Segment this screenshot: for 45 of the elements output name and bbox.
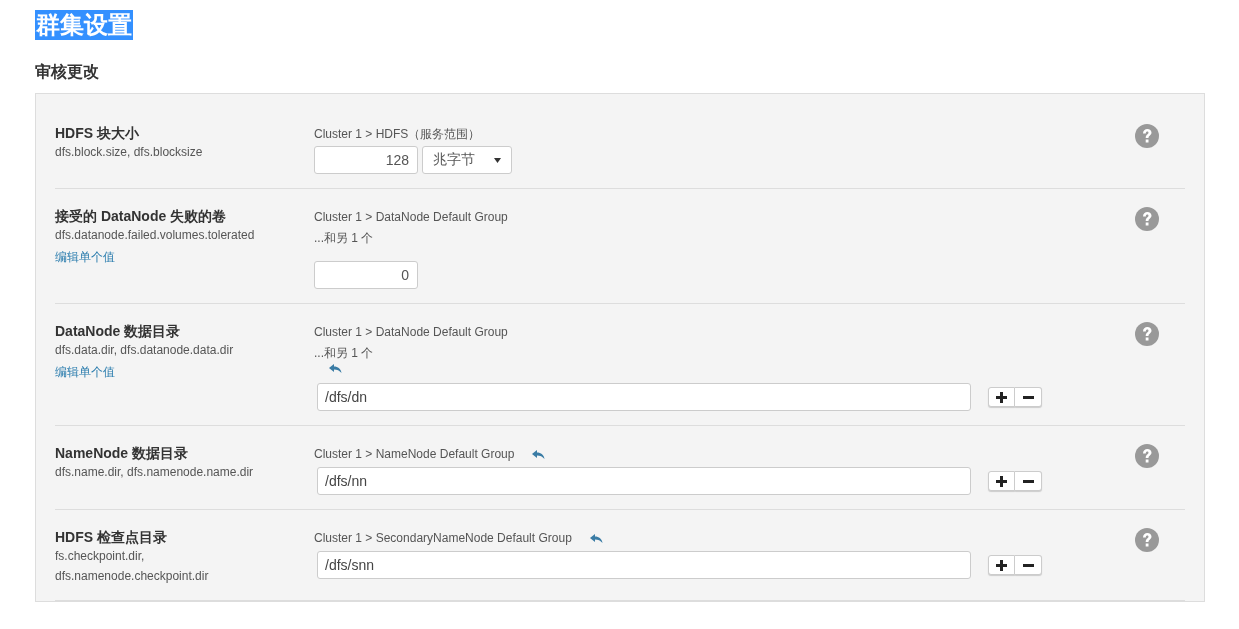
undo-arrow-icon[interactable] [329, 364, 342, 373]
scope-label: Cluster 1 > NameNode Default Group [314, 447, 515, 461]
plus-icon [996, 475, 1007, 487]
scope-label: Cluster 1 > SecondaryNameNode Default Group [314, 531, 572, 545]
remove-button[interactable] [1015, 555, 1042, 575]
add-button[interactable] [988, 471, 1015, 491]
path-input[interactable]: /dfs/dn [317, 383, 971, 411]
help-icon[interactable] [1135, 528, 1159, 552]
remove-button[interactable] [1015, 387, 1042, 407]
plus-icon [996, 559, 1007, 571]
edit-values-link[interactable]: 编辑单个值 [55, 249, 115, 266]
path-input[interactable]: /dfs/nn [317, 467, 971, 495]
help-icon[interactable] [1135, 322, 1159, 346]
remove-button[interactable] [1015, 471, 1042, 491]
setting-name: HDFS 检查点目录 [55, 528, 168, 546]
property-keys: dfs.data.dir, dfs.datanode.data.dir [55, 340, 280, 360]
more-scopes-text: ...和另 1 个 [314, 345, 375, 362]
page-title: 群集设置 [35, 10, 133, 40]
add-button[interactable] [988, 555, 1015, 575]
number-input[interactable]: 0 [314, 261, 418, 289]
property-keys: fs.checkpoint.dir, dfs.namenode.checkpoint.dir [55, 546, 280, 586]
more-scopes-text: ...和另 1 个 [314, 230, 375, 247]
undo-arrow-icon[interactable] [589, 533, 603, 543]
help-icon[interactable] [1135, 444, 1159, 468]
unit-dropdown[interactable]: 兆字节 [422, 146, 512, 174]
number-input[interactable]: 128 [314, 146, 418, 174]
property-keys: dfs.name.dir, dfs.namenode.name.dir [55, 462, 280, 482]
edit-values-link[interactable]: 编辑单个值 [55, 364, 115, 381]
scope-label: Cluster 1 > DataNode Default Group [314, 325, 508, 339]
path-input[interactable]: /dfs/snn [317, 551, 971, 579]
scope-label: Cluster 1 > HDFS（服务范围） [314, 125, 481, 143]
help-icon[interactable] [1135, 124, 1159, 148]
setting-name: 接受的 DataNode 失败的卷 [55, 207, 228, 225]
section-heading: 审核更改 [35, 62, 100, 83]
add-button[interactable] [988, 387, 1015, 407]
scope-label: Cluster 1 > DataNode Default Group [314, 210, 508, 224]
setting-name: DataNode 数据目录 [55, 322, 182, 340]
property-keys: dfs.block.size, dfs.blocksize [55, 142, 280, 162]
setting-name: HDFS 块大小 [55, 124, 140, 142]
undo-arrow-icon[interactable] [532, 449, 546, 459]
help-icon[interactable] [1135, 207, 1159, 231]
dropdown-caret-icon [494, 157, 501, 163]
setting-name: NameNode 数据目录 [55, 444, 190, 462]
property-keys: dfs.datanode.failed.volumes.tolerated [55, 225, 280, 245]
plus-icon [996, 391, 1007, 403]
